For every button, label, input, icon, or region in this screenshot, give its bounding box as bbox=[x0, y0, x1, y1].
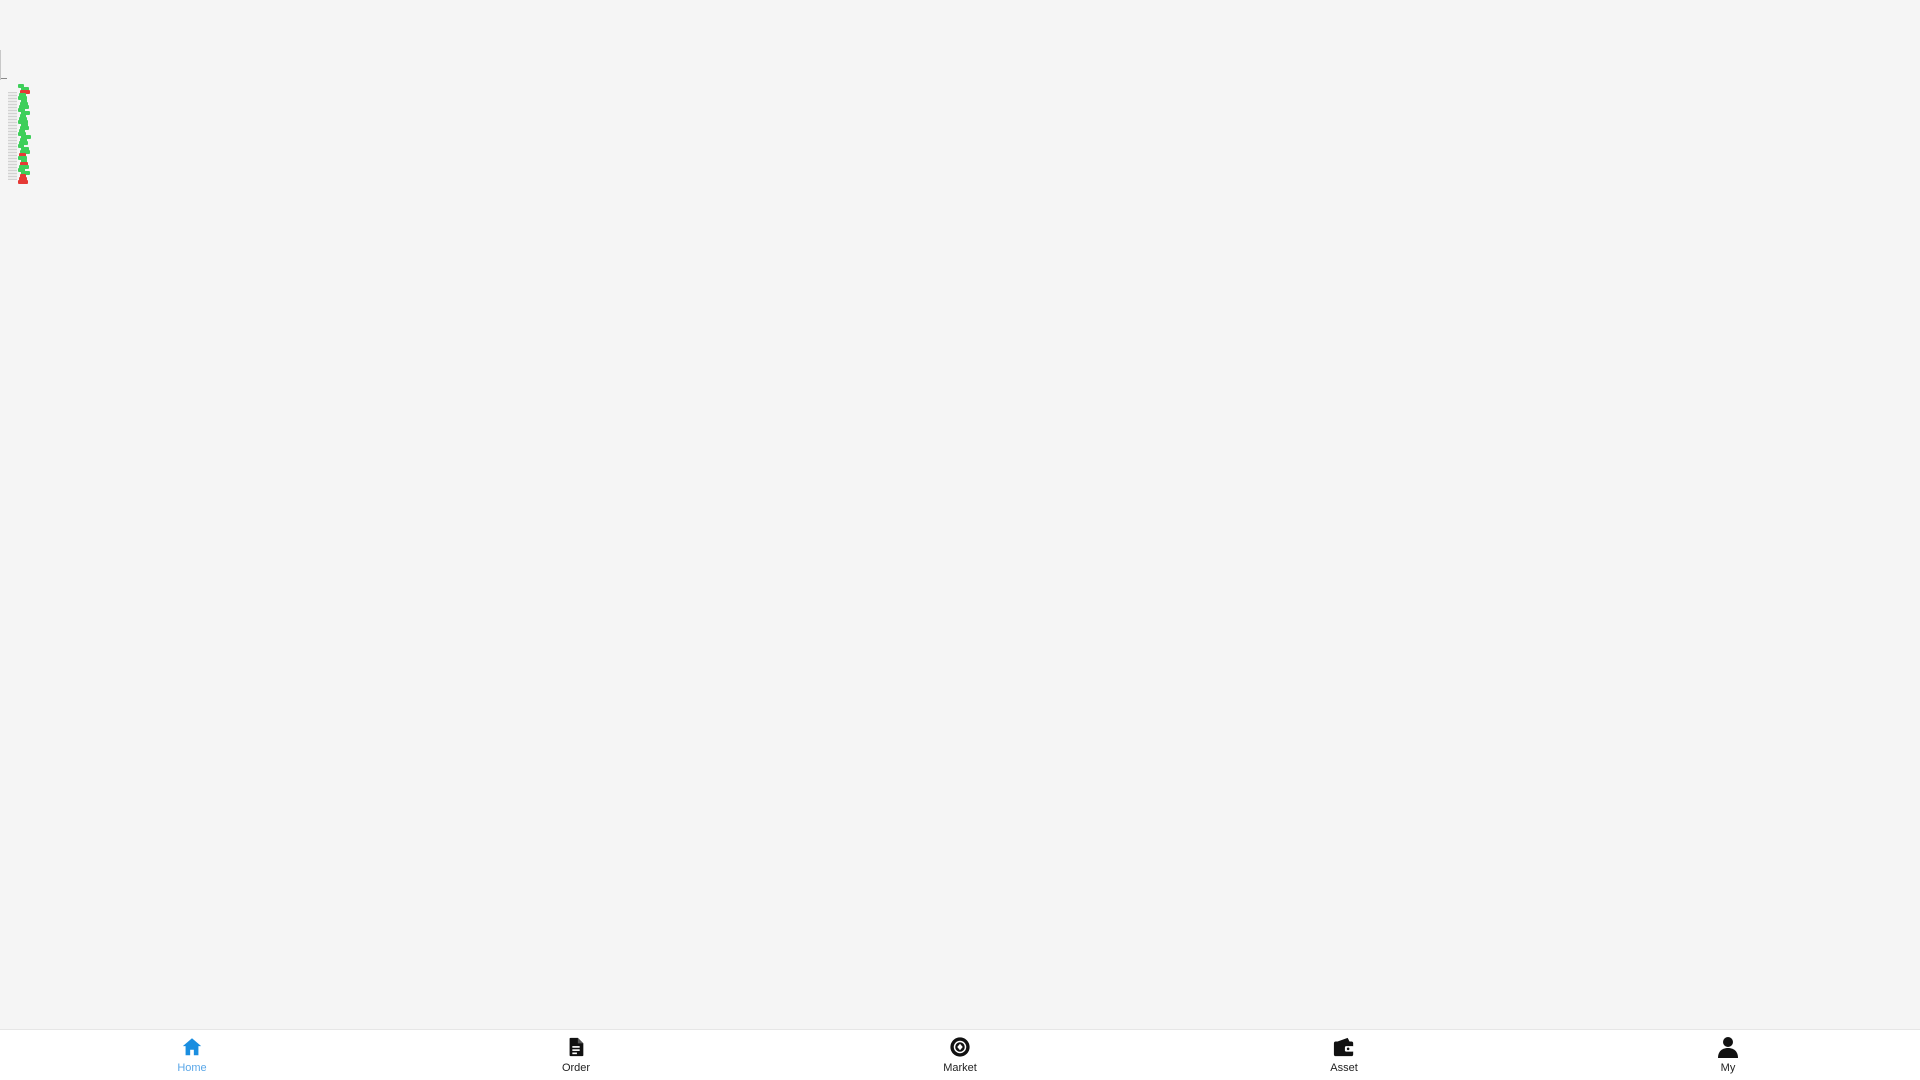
collapsed-header-mark bbox=[1, 78, 7, 79]
tab-my[interactable]: My bbox=[1536, 1030, 1920, 1080]
home-icon bbox=[180, 1035, 204, 1059]
document-icon bbox=[564, 1035, 588, 1059]
collapsed-ticker-list[interactable] bbox=[8, 84, 31, 184]
tab-label-market: Market bbox=[943, 1062, 977, 1074]
collapsed-ticker-names bbox=[8, 92, 17, 180]
tab-order[interactable]: Order bbox=[384, 1030, 768, 1080]
bottom-tab-bar: Home Order Market Asset My bbox=[0, 1029, 1920, 1080]
collapsed-header-divider bbox=[0, 50, 1, 80]
tab-market[interactable]: Market bbox=[768, 1030, 1152, 1080]
collapsed-change-cell bbox=[18, 180, 28, 184]
user-icon bbox=[1716, 1035, 1740, 1059]
tab-label-my: My bbox=[1720, 1062, 1736, 1074]
tab-label-asset: Asset bbox=[1330, 1062, 1358, 1074]
collapsed-ticker-changes bbox=[18, 84, 31, 184]
app-root: Home Order Market Asset My bbox=[0, 0, 1920, 1080]
market-coin-icon bbox=[948, 1035, 972, 1059]
collapsed-market-list bbox=[0, 0, 40, 200]
tab-label-order: Order bbox=[561, 1062, 591, 1074]
tab-label-home: Home bbox=[177, 1062, 207, 1074]
wallet-icon bbox=[1332, 1035, 1356, 1059]
tab-asset[interactable]: Asset bbox=[1152, 1030, 1536, 1080]
tab-home[interactable]: Home bbox=[0, 1030, 384, 1080]
